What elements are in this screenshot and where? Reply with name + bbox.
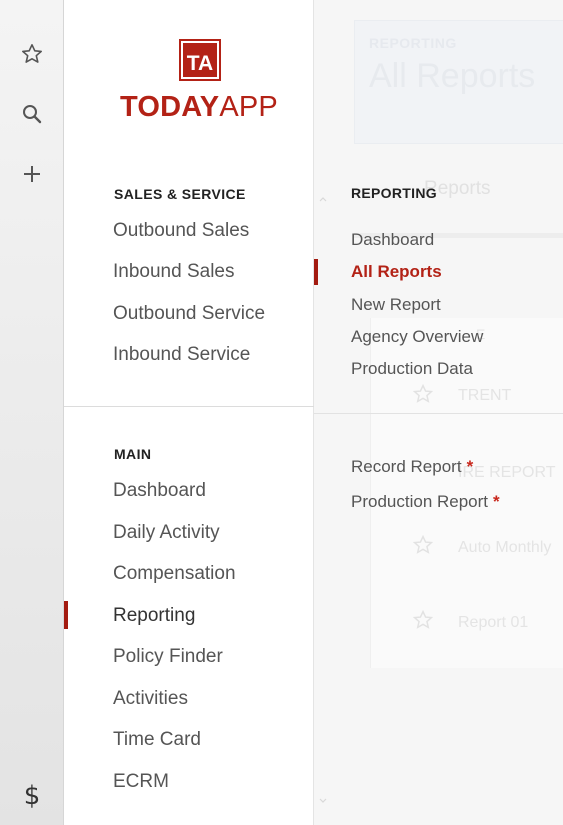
svg-text:TA: TA [187, 52, 213, 75]
active-indicator [64, 601, 68, 629]
starred-mark: * [466, 457, 474, 476]
scrollbar[interactable] [316, 195, 330, 805]
logo[interactable]: TA TODAYAPP [120, 38, 280, 128]
search-icon [23, 105, 42, 124]
nav-item-activities[interactable]: Activities [113, 688, 188, 710]
nav-item-dashboard[interactable]: Dashboard [113, 480, 206, 502]
submenu-item-all-reports[interactable]: All Reports [351, 262, 442, 282]
icon-rail: $ [0, 0, 64, 825]
nav-item-outbound-sales[interactable]: Outbound Sales [113, 220, 249, 242]
reporting-submenu: REPORTING Dashboard All Reports New Repo… [314, 0, 563, 825]
starred-mark: * [493, 492, 500, 511]
dollar-icon: $ [23, 781, 41, 811]
sales-service-heading: SALES & SERVICE [114, 186, 246, 202]
nav-item-outbound-service[interactable]: Outbound Service [113, 303, 265, 325]
nav-item-daily-activity[interactable]: Daily Activity [113, 522, 220, 544]
nav-item-policy-finder[interactable]: Policy Finder [113, 646, 223, 668]
submenu-item-new-report[interactable]: New Report [351, 295, 441, 315]
logo-wordmark: TODAYAPP [120, 91, 278, 123]
nav-item-inbound-sales[interactable]: Inbound Sales [113, 261, 235, 283]
submenu-item-agency-overview[interactable]: Agency Overview [351, 327, 483, 347]
main-nav-panel: TA TODAYAPP SALES & SERVICE Outbound Sal… [64, 0, 314, 825]
logo-mark: TA [179, 39, 221, 81]
add-button[interactable] [12, 154, 52, 194]
submenu-item-dashboard[interactable]: Dashboard [351, 230, 434, 250]
nav-item-ecrm[interactable]: ECRM [113, 771, 169, 793]
nav-item-compensation[interactable]: Compensation [113, 563, 236, 585]
search-button[interactable] [12, 94, 52, 134]
star-icon [22, 44, 42, 63]
billing-button[interactable]: $ [12, 776, 52, 816]
main-heading: MAIN [114, 446, 152, 462]
favorites-button[interactable] [12, 34, 52, 74]
nav-item-time-card[interactable]: Time Card [113, 729, 201, 751]
nav-item-reporting[interactable]: Reporting [113, 605, 195, 627]
submenu-item-production-data[interactable]: Production Data [351, 359, 473, 379]
submenu-item-record-report[interactable]: Record Report * [351, 457, 473, 477]
plus-icon [24, 166, 40, 182]
section-divider [64, 406, 314, 407]
submenu-item-production-report[interactable]: Production Report * [351, 492, 500, 512]
nav-item-inbound-service[interactable]: Inbound Service [113, 344, 250, 366]
reporting-heading: REPORTING [351, 185, 437, 201]
